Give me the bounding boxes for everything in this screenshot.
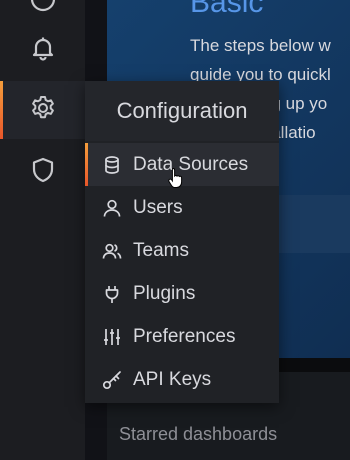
configuration-menu: Configuration Data Sources Users Teams P…	[85, 81, 279, 403]
menu-item-label: Data Sources	[133, 153, 249, 175]
menu-item-plugins[interactable]: Plugins	[85, 272, 279, 315]
menu-item-label: Preferences	[133, 325, 236, 347]
menu-item-api-keys[interactable]: API Keys	[85, 358, 279, 401]
hero-text-line: The steps below w	[190, 36, 331, 55]
hero-title: Basic	[190, 0, 264, 19]
plug-icon	[102, 284, 122, 304]
sliders-icon	[102, 327, 122, 347]
hand-pointer-icon	[168, 167, 183, 188]
users-icon	[102, 241, 122, 261]
menu-item-label: Users	[133, 196, 183, 218]
menu-item-preferences[interactable]: Preferences	[85, 315, 279, 358]
bell-icon	[29, 34, 57, 67]
menu-item-teams[interactable]: Teams	[85, 229, 279, 272]
user-icon	[102, 198, 122, 218]
menu-header[interactable]: Configuration	[85, 81, 279, 141]
sidebar-item-alerting[interactable]	[0, 21, 85, 79]
sidebar-item-admin[interactable]	[0, 143, 85, 201]
key-icon	[102, 370, 122, 390]
menu-item-users[interactable]: Users	[85, 186, 279, 229]
menu-item-label: API Keys	[133, 368, 212, 390]
shield-icon	[29, 156, 57, 189]
menu-item-label: Plugins	[133, 282, 196, 304]
gear-icon	[29, 94, 57, 127]
starred-dashboards-title: Starred dashboards	[119, 424, 278, 444]
database-icon	[102, 155, 122, 175]
sidebar-item-configuration[interactable]	[0, 81, 85, 139]
menu-item-label: Teams	[133, 239, 189, 261]
